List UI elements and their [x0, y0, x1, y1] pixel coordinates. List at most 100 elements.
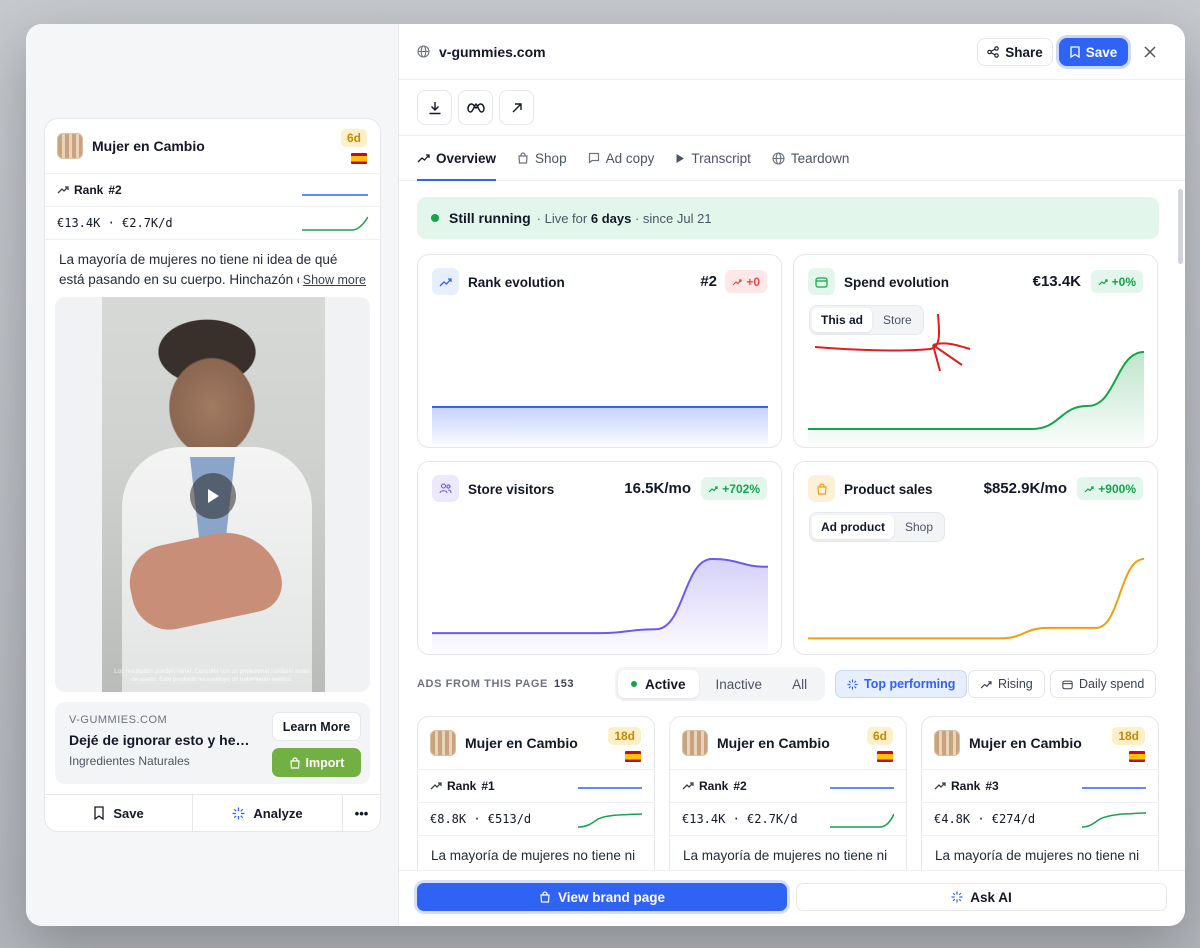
- delta-value: +0%: [1111, 274, 1136, 289]
- rank-row: Rank #1: [418, 769, 654, 802]
- spend-value: €4.8K · €274/d: [934, 812, 1036, 826]
- ads-from-page-header: ADS FROM THIS PAGE 153 Active Inactive Al…: [417, 667, 1159, 701]
- wallet-icon: [808, 268, 835, 295]
- view-brand-page-button[interactable]: View brand page: [417, 883, 787, 911]
- analyze-button[interactable]: Analyze: [193, 795, 343, 831]
- play-button[interactable]: [190, 473, 236, 519]
- status-live-days: 6 days: [590, 210, 632, 226]
- share-button[interactable]: Share: [977, 38, 1053, 66]
- tab-label: Shop: [535, 150, 567, 166]
- tab-shop[interactable]: Shop: [517, 136, 567, 180]
- age-badge: 18d: [608, 727, 641, 745]
- status-dot: [431, 214, 439, 222]
- ad-product-option[interactable]: Ad product: [812, 515, 894, 539]
- save-button[interactable]: Save: [1059, 38, 1128, 66]
- panel-value: 16.5K/mo: [624, 480, 691, 497]
- details-tabs: Overview Shop Ad copy Transcript Teardow…: [399, 136, 1185, 181]
- sort-top-performing[interactable]: Top performing: [835, 670, 968, 698]
- external-link-icon: [512, 102, 522, 112]
- sort-daily-spend[interactable]: Daily spend: [1050, 670, 1157, 698]
- tab-overview[interactable]: Overview: [417, 136, 497, 181]
- trend-up-icon: [732, 278, 742, 285]
- save-ad-button[interactable]: Save: [45, 795, 193, 831]
- spend-value: €13.4K · €2.7K/d: [682, 812, 798, 826]
- ads-section-label: ADS FROM THIS PAGE: [417, 678, 548, 690]
- tab-label: Overview: [436, 150, 497, 166]
- spend-sparkline: [302, 216, 368, 231]
- analyze-label: Analyze: [253, 805, 303, 821]
- panel-title: Spend evolution: [844, 275, 950, 290]
- tab-label: Transcript: [691, 150, 751, 166]
- brand-avatar: [934, 730, 960, 756]
- rank-sparkline: [830, 787, 894, 789]
- spend-sparkline: [830, 813, 894, 828]
- rank-evolution-panel: Rank evolution #2 +0: [417, 254, 782, 448]
- sparkle-icon: [847, 678, 858, 690]
- delta-value: +0: [746, 274, 760, 289]
- ads-count: 153: [554, 678, 575, 690]
- sales-chart: [808, 558, 1144, 640]
- more-options-button[interactable]: •••: [343, 795, 380, 831]
- meta-library-button[interactable]: [458, 90, 493, 125]
- trend-icon: [430, 782, 442, 790]
- filter-all[interactable]: All: [779, 670, 820, 698]
- ad-body-text: La mayoría de mujeres no tiene ni: [922, 835, 1158, 875]
- trend-icon: [417, 154, 430, 163]
- delta-value: +900%: [1098, 481, 1136, 496]
- video-caption: Los resultados pueden variar. Consulta c…: [114, 669, 310, 683]
- play-icon: [208, 489, 219, 503]
- spend-chart: [808, 351, 1144, 447]
- tab-teardown[interactable]: Teardown: [772, 136, 850, 180]
- ask-ai-button[interactable]: Ask AI: [796, 883, 1167, 911]
- ad-body-text: La mayoría de mujeres no tiene ni idea d…: [45, 239, 380, 297]
- open-external-button[interactable]: [499, 90, 534, 125]
- status-since: · since Jul 21: [634, 210, 712, 226]
- filter-active[interactable]: Active: [618, 670, 699, 698]
- tab-label: Ad copy: [605, 150, 655, 166]
- learn-more-button[interactable]: Learn More: [272, 712, 361, 741]
- spend-sparkline: [578, 813, 642, 828]
- sales-scope-toggle: Ad product Shop: [809, 512, 946, 542]
- save-label: Save: [1085, 44, 1118, 60]
- download-icon: [429, 101, 440, 114]
- rank-label: Rank: [699, 779, 729, 793]
- ad-detail-modal: Mujer en Cambio 6d Rank #2 €13.4K · €2.7…: [26, 24, 1185, 926]
- status-live-prefix: · Live for: [536, 210, 588, 226]
- ad-card-header: Mujer en Cambio 18d: [922, 717, 1158, 769]
- ad-body-text: La mayoría de mujeres no tiene ni: [418, 835, 654, 875]
- rank-sparkline: [302, 194, 368, 196]
- filter-inactive[interactable]: Inactive: [703, 670, 776, 698]
- share-icon: [987, 46, 999, 58]
- sparkle-icon: [951, 891, 963, 903]
- shop-option[interactable]: Shop: [896, 515, 942, 539]
- scrollbar-thumb[interactable]: [1178, 189, 1183, 264]
- ad-card: Mujer en Cambio 6d Rank #2 €13.4K · €2.7…: [44, 118, 381, 832]
- cta-box: V-GUMMIES.COM Dejé de ignorar esto y he……: [55, 702, 370, 784]
- trend-up-icon: [1084, 485, 1094, 492]
- age-badge: 6d: [866, 727, 893, 745]
- chart-area-fill: [432, 559, 768, 654]
- ad-card-header: Mujer en Cambio 18d: [418, 717, 654, 769]
- panel-title: Store visitors: [468, 482, 555, 497]
- ask-ai-label: Ask AI: [970, 889, 1012, 905]
- tab-label: Teardown: [790, 150, 850, 166]
- import-button[interactable]: Import: [272, 748, 361, 777]
- wallet-icon: [1062, 680, 1073, 689]
- bottom-action-bar: View brand page Ask AI: [399, 870, 1185, 926]
- bag-icon: [540, 891, 550, 903]
- play-icon: [676, 153, 685, 163]
- download-button[interactable]: [417, 90, 452, 125]
- rank-label: Rank: [74, 183, 104, 197]
- tab-ad-copy[interactable]: Ad copy: [588, 136, 655, 180]
- rank-value: #1: [481, 779, 495, 793]
- panel-value: #2: [700, 273, 717, 290]
- tab-transcript[interactable]: Transcript: [675, 136, 751, 180]
- ad-preview-pane: Mujer en Cambio 6d Rank #2 €13.4K · €2.7…: [26, 24, 399, 926]
- close-button[interactable]: [1139, 41, 1161, 63]
- globe-icon: [772, 151, 785, 165]
- show-more-link[interactable]: Show more: [298, 270, 366, 290]
- sparkle-icon: [232, 807, 245, 819]
- sort-rising[interactable]: Rising: [968, 670, 1045, 698]
- trend-icon: [682, 782, 694, 790]
- ad-video[interactable]: Los resultados pueden variar. Consulta c…: [102, 297, 325, 692]
